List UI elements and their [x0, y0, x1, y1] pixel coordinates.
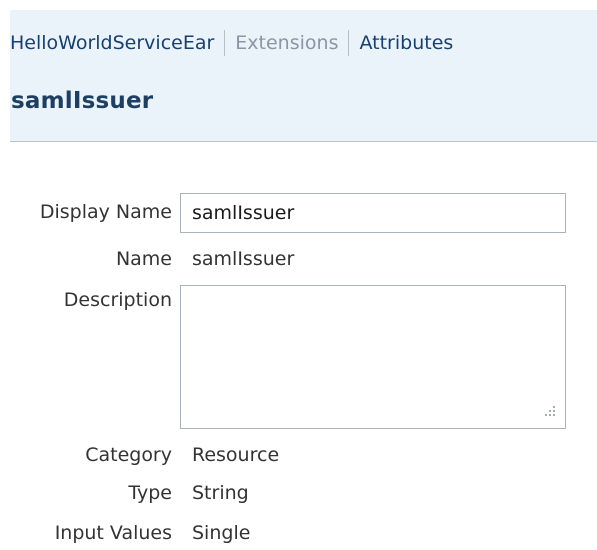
- category-label: Category: [85, 444, 172, 466]
- description-label: Description: [63, 289, 172, 311]
- category-row: Category Resource: [0, 444, 597, 472]
- name-row: Name samlIssuer: [0, 248, 597, 276]
- display-name-field[interactable]: [180, 193, 566, 233]
- display-name-row: Display Name: [0, 193, 597, 233]
- breadcrumb-extensions: Extensions: [235, 32, 339, 54]
- category-value: Resource: [192, 444, 280, 466]
- description-field-wrapper: [180, 285, 566, 429]
- name-value: samlIssuer: [192, 248, 295, 270]
- type-value: String: [192, 482, 249, 504]
- page-title: samlIssuer: [11, 88, 154, 114]
- breadcrumb-attributes-link[interactable]: Attributes: [359, 32, 453, 54]
- breadcrumb: HelloWorldServiceEar Extensions Attribut…: [10, 28, 453, 58]
- input-values-value: Single: [192, 522, 251, 544]
- input-values-label: Input Values: [54, 522, 172, 544]
- resize-grip-icon[interactable]: [542, 405, 556, 419]
- breadcrumb-app-link[interactable]: HelloWorldServiceEar: [10, 32, 214, 54]
- breadcrumb-separator: [348, 30, 350, 56]
- display-name-label: Display Name: [39, 201, 172, 223]
- description-row: Description: [0, 285, 597, 429]
- header-panel: HelloWorldServiceEar Extensions Attribut…: [10, 10, 597, 142]
- description-field[interactable]: [180, 285, 566, 429]
- type-row: Type String: [0, 482, 597, 510]
- type-label: Type: [128, 482, 172, 504]
- breadcrumb-separator: [224, 30, 226, 56]
- name-label: Name: [115, 248, 172, 270]
